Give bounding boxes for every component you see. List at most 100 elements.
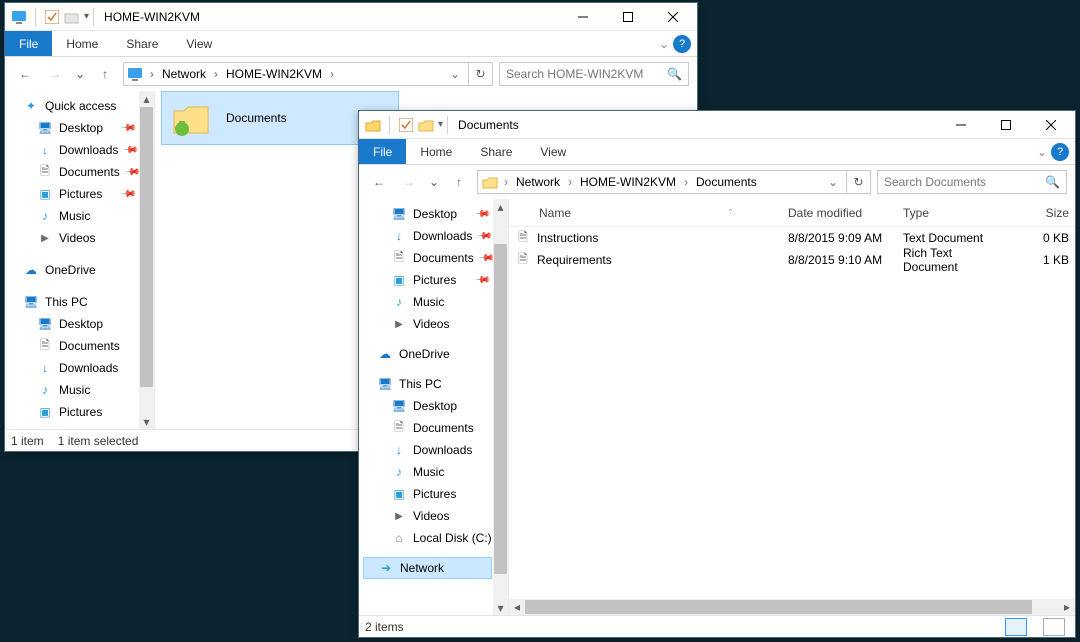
ribbon-expand-icon[interactable]: ⌄ <box>655 31 673 56</box>
nav-this-pc[interactable]: This PC <box>363 373 508 395</box>
nav-pc-pictures[interactable]: Pictures <box>363 483 508 505</box>
nav-pc-documents[interactable]: Documents <box>9 335 154 357</box>
nav-desktop[interactable]: Desktop📌 <box>363 203 508 225</box>
chevron-right-icon[interactable]: › <box>328 67 336 81</box>
chevron-right-icon[interactable]: › <box>502 175 510 189</box>
scroll-thumb[interactable] <box>494 244 507 574</box>
large-icons-view-button[interactable] <box>1043 618 1065 636</box>
new-folder-icon[interactable] <box>418 117 434 133</box>
tab-home[interactable]: Home <box>52 31 112 56</box>
minimize-button[interactable] <box>560 3 605 31</box>
search-input[interactable]: Search Documents 🔍 <box>877 170 1067 194</box>
maximize-button[interactable] <box>605 3 650 31</box>
nav-pc-music[interactable]: Music <box>363 461 508 483</box>
title-bar[interactable]: ▾ Documents <box>359 111 1075 139</box>
nav-this-pc[interactable]: This PC <box>9 291 154 313</box>
nav-quick-access[interactable]: Quick access <box>9 95 154 117</box>
back-button[interactable]: ← <box>367 170 391 194</box>
scroll-up-icon[interactable]: ▴ <box>139 91 154 106</box>
tab-share[interactable]: Share <box>466 139 526 164</box>
properties-icon[interactable] <box>44 9 60 25</box>
column-date[interactable]: Date modified <box>782 206 897 220</box>
nav-documents[interactable]: Documents📌 <box>363 247 508 269</box>
scroll-down-icon[interactable]: ▾ <box>139 414 154 429</box>
nav-pc-desktop[interactable]: Desktop <box>363 395 508 417</box>
crumb-host[interactable]: HOME-WIN2KVM <box>578 175 678 189</box>
nav-documents[interactable]: Documents📌 <box>9 161 154 183</box>
nav-local-disk[interactable]: Local Disk (C:) <box>363 527 508 549</box>
tab-share[interactable]: Share <box>112 31 172 56</box>
file-row[interactable]: Requirements8/8/2015 9:10 AMRich Text Do… <box>509 249 1075 271</box>
nav-videos[interactable]: Videos <box>9 227 154 249</box>
search-input[interactable]: Search HOME-WIN2KVM 🔍 <box>499 62 689 86</box>
up-button[interactable]: ↑ <box>93 62 117 86</box>
nav-music[interactable]: Music <box>9 205 154 227</box>
crumb-host[interactable]: HOME-WIN2KVM <box>224 67 324 81</box>
nav-desktop[interactable]: Desktop📌 <box>9 117 154 139</box>
maximize-button[interactable] <box>983 111 1028 139</box>
column-type[interactable]: Type <box>897 206 1015 220</box>
close-button[interactable] <box>1028 111 1073 139</box>
nav-pc-videos[interactable]: Videos <box>363 505 508 527</box>
nav-pc-downloads[interactable]: Downloads <box>363 439 508 461</box>
nav-pc-downloads[interactable]: Downloads <box>9 357 154 379</box>
qat-dropdown-icon[interactable]: ▾ <box>84 11 89 22</box>
nav-pc-music[interactable]: Music <box>9 379 154 401</box>
recent-dropdown-icon[interactable]: ⌄ <box>73 62 87 86</box>
nav-pictures[interactable]: Pictures📌 <box>363 269 508 291</box>
nav-videos[interactable]: Videos <box>363 313 508 335</box>
tab-file[interactable]: File <box>5 31 52 56</box>
scroll-up-icon[interactable]: ▴ <box>493 199 508 214</box>
back-button[interactable]: ← <box>13 62 37 86</box>
chevron-right-icon[interactable]: › <box>682 175 690 189</box>
nav-network[interactable]: Network <box>363 557 492 579</box>
scrollbar[interactable]: ▴ ▾ <box>139 91 154 429</box>
chevron-right-icon[interactable]: › <box>148 67 156 81</box>
close-button[interactable] <box>650 3 695 31</box>
crumb-network[interactable]: Network <box>514 175 562 189</box>
crumb-network[interactable]: Network <box>160 67 208 81</box>
nav-pc-documents[interactable]: Documents <box>363 417 508 439</box>
nav-pc-desktop[interactable]: Desktop <box>9 313 154 335</box>
forward-button[interactable]: → <box>43 62 67 86</box>
column-size[interactable]: Size <box>1015 206 1075 220</box>
tab-file[interactable]: File <box>359 139 406 164</box>
scroll-down-icon[interactable]: ▾ <box>493 600 508 615</box>
nav-onedrive[interactable]: OneDrive <box>363 343 508 365</box>
nav-pc-pictures[interactable]: Pictures <box>9 401 154 423</box>
title-bar[interactable]: ▾ HOME-WIN2KVM <box>5 3 697 31</box>
column-name[interactable]: Nameˆ <box>509 206 782 220</box>
address-bar[interactable]: › Network › HOME-WIN2KVM › Documents ⌄ <box>477 170 847 194</box>
nav-downloads[interactable]: Downloads📌 <box>9 139 154 161</box>
refresh-button[interactable]: ↻ <box>469 62 493 86</box>
tab-home[interactable]: Home <box>406 139 466 164</box>
new-folder-icon[interactable] <box>64 9 80 25</box>
scrollbar[interactable]: ▴ ▾ <box>493 199 508 615</box>
scroll-right-icon[interactable]: ▸ <box>1059 599 1075 615</box>
address-dropdown-icon[interactable]: ⌄ <box>446 67 464 81</box>
properties-icon[interactable] <box>398 117 414 133</box>
minimize-button[interactable] <box>938 111 983 139</box>
horizontal-scrollbar[interactable]: ◂ ▸ <box>509 599 1075 615</box>
ribbon-expand-icon[interactable]: ⌄ <box>1033 139 1051 164</box>
chevron-right-icon[interactable]: › <box>212 67 220 81</box>
crumb-folder[interactable]: Documents <box>694 175 759 189</box>
forward-button[interactable]: → <box>397 170 421 194</box>
chevron-right-icon[interactable]: › <box>566 175 574 189</box>
help-button[interactable]: ? <box>1051 143 1069 161</box>
tab-view[interactable]: View <box>172 31 226 56</box>
details-view-button[interactable] <box>1005 618 1027 636</box>
nav-music[interactable]: Music <box>363 291 508 313</box>
scroll-thumb[interactable] <box>140 107 153 387</box>
nav-downloads[interactable]: Downloads📌 <box>363 225 508 247</box>
nav-pictures[interactable]: Pictures📌 <box>9 183 154 205</box>
qat-dropdown-icon[interactable]: ▾ <box>438 119 443 130</box>
recent-dropdown-icon[interactable]: ⌄ <box>427 170 441 194</box>
help-button[interactable]: ? <box>673 35 691 53</box>
scroll-thumb[interactable] <box>525 600 1032 614</box>
refresh-button[interactable]: ↻ <box>847 170 871 194</box>
address-dropdown-icon[interactable]: ⌄ <box>824 175 842 189</box>
address-bar[interactable]: › Network › HOME-WIN2KVM › ⌄ <box>123 62 469 86</box>
tab-view[interactable]: View <box>526 139 580 164</box>
scroll-left-icon[interactable]: ◂ <box>509 599 525 615</box>
